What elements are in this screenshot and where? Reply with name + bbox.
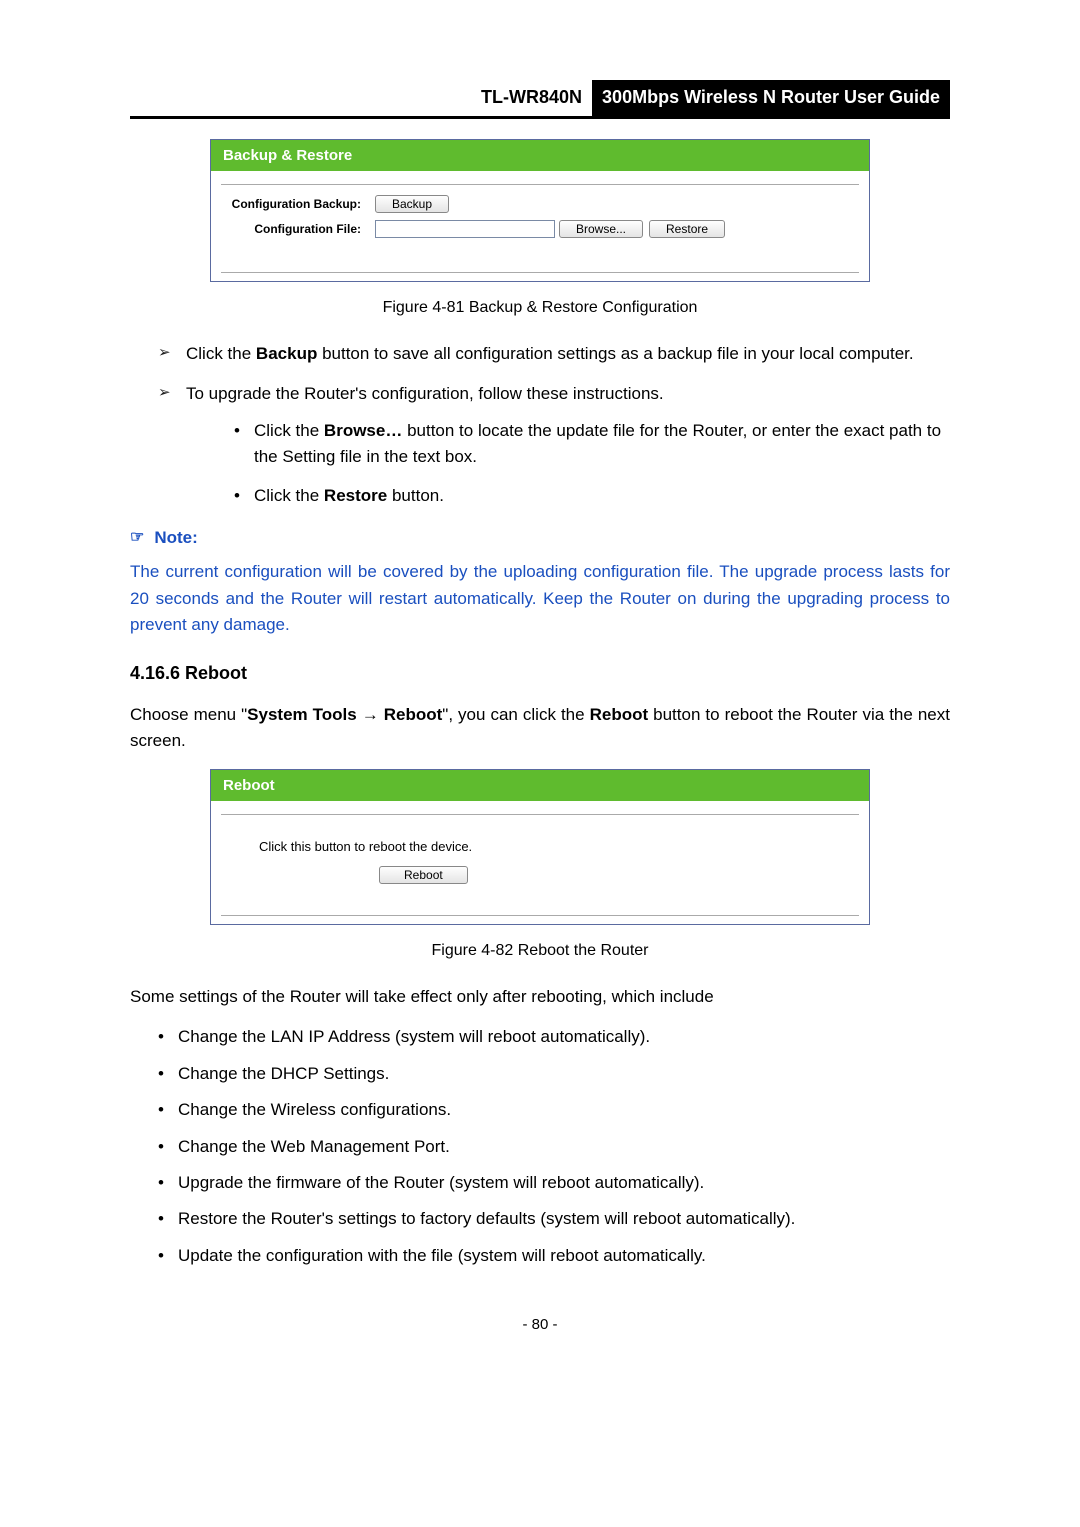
bold-system-tools: System Tools (247, 705, 357, 724)
subitem-restore: Click the Restore button. (234, 483, 950, 509)
reboot-panel: Reboot Click this button to reboot the d… (210, 769, 870, 926)
panel-body-reboot: Click this button to reboot the device. … (211, 821, 869, 905)
figure-reboot: Reboot Click this button to reboot the d… (210, 769, 870, 964)
note-heading: ☞ Note: (130, 525, 950, 551)
row-config-backup: Configuration Backup: Backup (225, 195, 855, 214)
note-label: Note: (154, 525, 197, 551)
arrow-list: Click the Backup button to save all conf… (130, 341, 950, 509)
note-hand-icon: ☞ (130, 526, 144, 551)
after-figure-text: Some settings of the Router will take ef… (130, 984, 950, 1010)
arrow-item-upgrade: To upgrade the Router's configuration, f… (158, 381, 950, 508)
label-config-backup: Configuration Backup: (225, 195, 375, 214)
bold-reboot-menu: Reboot (384, 705, 443, 724)
list-item: Change the Web Management Port. (158, 1134, 950, 1160)
text: Click the (254, 421, 324, 440)
figure-caption-481: Figure 4-81 Backup & Restore Configurati… (210, 296, 870, 321)
text: Choose menu " (130, 705, 247, 724)
list-item: Upgrade the firmware of the Router (syst… (158, 1170, 950, 1196)
panel-title-backup: Backup & Restore (211, 140, 869, 171)
reboot-button-wrap: Reboot (259, 865, 855, 885)
list-item: Update the configuration with the file (… (158, 1243, 950, 1269)
page-header: TL-WR840N 300Mbps Wireless N Router User… (130, 80, 950, 119)
restore-button[interactable]: Restore (649, 220, 725, 238)
panel-divider (221, 171, 859, 185)
list-item: Change the DHCP Settings. (158, 1061, 950, 1087)
page-number: - 80 - (130, 1313, 950, 1336)
backup-restore-panel: Backup & Restore Configuration Backup: B… (210, 139, 870, 282)
reboot-button[interactable]: Reboot (379, 866, 468, 884)
bold-browse: Browse… (324, 421, 402, 440)
row-config-file: Configuration File: Browse... Restore (225, 220, 855, 239)
arrow-item-backup: Click the Backup button to save all conf… (158, 341, 950, 367)
sub-dot-list: Click the Browse… button to locate the u… (186, 418, 950, 509)
text: button. (387, 486, 444, 505)
list-item: Change the Wireless configurations. (158, 1097, 950, 1123)
bold-restore: Restore (324, 486, 387, 505)
reboot-effects-list: Change the LAN IP Address (system will r… (130, 1024, 950, 1268)
reboot-instruction: Click this button to reboot the device. (259, 837, 855, 857)
figure-caption-482: Figure 4-82 Reboot the Router (210, 939, 870, 964)
browse-button[interactable]: Browse... (559, 220, 643, 238)
section-title-reboot: 4.16.6 Reboot (130, 660, 950, 688)
panel-divider (221, 801, 859, 815)
panel-title-reboot: Reboot (211, 770, 869, 801)
bold-reboot-btn: Reboot (590, 705, 649, 724)
list-item: Restore the Router's settings to factory… (158, 1206, 950, 1232)
model-label: TL-WR840N (471, 80, 592, 116)
config-file-input[interactable] (375, 220, 555, 238)
document-page: TL-WR840N 300Mbps Wireless N Router User… (0, 0, 1080, 1366)
text: Click the (186, 344, 256, 363)
panel-footer-space (211, 273, 869, 281)
text: → (357, 705, 384, 724)
text: To upgrade the Router's configuration, f… (186, 384, 664, 403)
bold-backup: Backup (256, 344, 317, 363)
text: button to save all configuration setting… (317, 344, 913, 363)
figure-backup-restore: Backup & Restore Configuration Backup: B… (210, 139, 870, 321)
text: Click the (254, 486, 324, 505)
subitem-browse: Click the Browse… button to locate the u… (234, 418, 950, 471)
text: ", you can click the (442, 705, 589, 724)
panel-footer-space (211, 916, 869, 924)
backup-button[interactable]: Backup (375, 195, 449, 213)
panel-body-backup: Configuration Backup: Backup Configurati… (211, 191, 869, 262)
note-body: The current configuration will be covere… (130, 559, 950, 638)
label-config-file: Configuration File: (225, 220, 375, 239)
guide-title: 300Mbps Wireless N Router User Guide (592, 80, 950, 116)
list-item: Change the LAN IP Address (system will r… (158, 1024, 950, 1050)
reboot-intro: Choose menu "System Tools → Reboot", you… (130, 702, 950, 755)
